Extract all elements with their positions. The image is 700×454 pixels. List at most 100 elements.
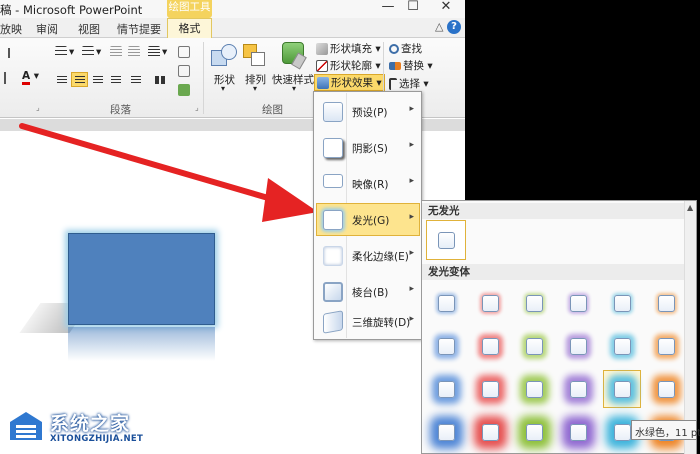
glow-variant-option[interactable] [471, 284, 509, 322]
line-spacing-button[interactable]: ▾ [148, 46, 167, 58]
align-text-icon [178, 65, 190, 77]
no-glow-option[interactable] [426, 220, 466, 260]
quick-styles-dropdown-icon[interactable]: ▾ [292, 84, 296, 93]
menu-item-preset[interactable]: 预设(P) ▸ [316, 95, 420, 128]
font-dialog-launcher[interactable]: ⌟ [36, 103, 40, 112]
menu-item-reflection[interactable]: 映像(R) ▸ [316, 167, 420, 200]
columns-button[interactable] [151, 72, 168, 87]
arrange-icon [243, 44, 273, 70]
glow-variant-option[interactable] [515, 327, 553, 365]
maximize-button[interactable]: ☐ [400, 0, 426, 16]
find-button[interactable]: 查找 [389, 41, 422, 56]
ribbon-tab-row: 放映 审阅 视图 情节提要 格式 △ ? [0, 18, 465, 38]
select-label: 选择 ▾ [399, 78, 429, 90]
minimize-button[interactable]: — [375, 0, 401, 16]
glow-swatch [658, 295, 675, 312]
glow-variant-option[interactable] [515, 413, 553, 451]
glow-swatch [570, 424, 587, 441]
arrange-dropdown-icon[interactable]: ▾ [253, 84, 257, 93]
glow-variant-option[interactable] [427, 284, 465, 322]
shape-fill-button[interactable]: 形状填充 ▾ [316, 41, 381, 56]
help-icon[interactable]: ? [447, 20, 461, 34]
menu-item-label: 映像(R) [352, 177, 389, 192]
align-right-button[interactable] [89, 72, 106, 87]
paragraph-dialog-launcher[interactable]: ⌟ [195, 103, 199, 112]
glow-swatch [526, 424, 543, 441]
text-direction-button[interactable] [178, 46, 192, 58]
glow-variant-option[interactable] [647, 327, 685, 365]
glow-variant-option[interactable] [427, 413, 465, 451]
glow-variant-option[interactable] [559, 327, 597, 365]
glow-variant-option[interactable] [471, 413, 509, 451]
ribbon-collapse-icon[interactable]: △ [435, 20, 443, 33]
replace-button[interactable]: 替换 ▾ [389, 58, 433, 73]
increase-indent-button[interactable] [128, 46, 142, 58]
scroll-up-icon[interactable]: ▲ [687, 203, 693, 212]
tab-review[interactable]: 审阅 [36, 21, 58, 37]
help-area: △ ? [435, 20, 461, 34]
align-text-button[interactable] [178, 65, 192, 77]
justify-icon [111, 76, 121, 84]
glow-variant-option[interactable] [603, 370, 641, 408]
text-direction-icon [178, 46, 190, 58]
align-left-icon [57, 76, 67, 84]
no-glow-heading: 无发光 [422, 203, 686, 219]
glow-swatch [438, 424, 455, 441]
tab-slideshow[interactable]: 放映 [0, 21, 22, 37]
tab-storyboard[interactable]: 情节提要 [117, 21, 161, 37]
menu-item-glow[interactable]: 发光(G) ▸ [316, 203, 420, 236]
glow-variant-option[interactable] [559, 284, 597, 322]
menu-item-label: 阴影(S) [352, 141, 388, 156]
align-center-button[interactable] [71, 72, 88, 87]
gallery-scrollbar[interactable]: ▲ [684, 201, 696, 454]
glow-variant-option[interactable] [427, 327, 465, 365]
shapes-dropdown-icon[interactable]: ▾ [221, 84, 225, 93]
glow-swatch [526, 338, 543, 355]
glow-variant-option[interactable] [559, 413, 597, 451]
watermark-text: 系统之家 [50, 409, 130, 436]
quick-styles-icon [280, 42, 310, 68]
glow-variant-option[interactable] [427, 370, 465, 408]
decrease-indent-icon[interactable] [8, 48, 18, 58]
glow-variant-option[interactable] [515, 370, 553, 408]
font-color-icon: A [22, 70, 30, 85]
glow-variant-option[interactable] [647, 284, 685, 322]
menu-item-soft-edges[interactable]: 柔化边缘(E) ▸ [316, 239, 420, 272]
menu-item-shadow[interactable]: 阴影(S) ▸ [316, 131, 420, 164]
shadow-icon [323, 138, 343, 158]
glow-swatch [614, 424, 631, 441]
font-color-button[interactable]: A ▾ [22, 70, 39, 82]
glow-variant-option[interactable] [647, 370, 685, 408]
align-center-icon [75, 76, 85, 84]
glow-variant-option[interactable] [603, 284, 641, 322]
menu-item-bevel[interactable]: 棱台(B) ▸ [316, 275, 420, 308]
glow-swatch [658, 338, 675, 355]
bevel-icon [323, 282, 343, 302]
line-spacing-icon [148, 46, 160, 58]
decrease-indent-button[interactable] [110, 46, 124, 58]
bullets-button[interactable]: ▾ [55, 46, 74, 58]
smartart-button[interactable] [178, 84, 192, 96]
glow-variant-option[interactable] [471, 370, 509, 408]
rectangle-shape[interactable] [68, 233, 215, 325]
glow-variant-option[interactable] [515, 284, 553, 322]
close-button[interactable]: ✕ [433, 0, 459, 16]
tab-format[interactable]: 格式 [167, 18, 212, 39]
bullets-icon [55, 46, 67, 58]
numbering-button[interactable]: ▾ [82, 46, 101, 58]
distributed-button[interactable] [127, 72, 144, 87]
justify-button[interactable] [107, 72, 124, 87]
glow-swatch [570, 338, 587, 355]
glow-variant-option[interactable] [603, 327, 641, 365]
preset-icon [323, 102, 343, 122]
tab-view[interactable]: 视图 [78, 21, 100, 37]
align-left-button[interactable] [53, 72, 70, 87]
glow-variant-option[interactable] [471, 327, 509, 365]
shape-outline-button[interactable]: 形状轮廓 ▾ [316, 58, 381, 73]
shape-effects-button[interactable]: 形状效果 ▾ [314, 74, 385, 91]
select-button[interactable]: 选择 ▾ [389, 76, 429, 91]
glow-variant-option[interactable] [559, 370, 597, 408]
font-size-icon[interactable] [0, 72, 6, 84]
menu-item-3d-rotation[interactable]: 三维旋转(D) ▸ [316, 305, 420, 338]
watermark-logo [6, 408, 46, 446]
